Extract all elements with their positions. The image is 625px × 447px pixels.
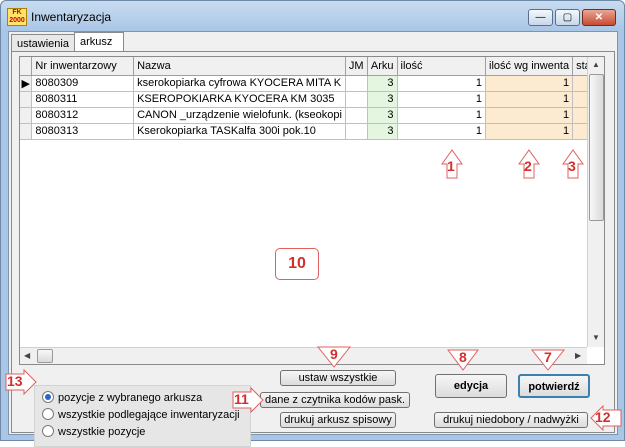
cell-nr[interactable]: 8080313 [31, 123, 135, 140]
cell-ilosc-wg-inwentaryzacji[interactable]: 1 [485, 75, 574, 92]
scroll-right-arrow-icon[interactable]: ▶ [575, 351, 581, 360]
scroll-left-arrow-icon[interactable]: ◀ [24, 351, 30, 360]
cell-nazwa[interactable]: kserokopiarka cyfrowa KYOCERA MITA K [133, 75, 346, 92]
tab-ustawienia[interactable]: ustawienia [11, 34, 75, 52]
column-header-indicator [20, 57, 33, 76]
radio-unselected-icon[interactable] [42, 425, 54, 438]
table-header-row: Nr inwentarzowy Nazwa JM Arku ilość iloś… [20, 57, 604, 76]
table-row[interactable]: ▶ 8080309 kserokopiarka cyfrowa KYOCERA … [20, 75, 604, 92]
cell-ilosc[interactable]: 1 [397, 123, 487, 140]
cell-ilosc-wg-inwentaryzacji[interactable]: 1 [485, 123, 574, 140]
horizontal-scroll-thumb[interactable] [37, 349, 53, 363]
annotation-arrow-3-icon [562, 149, 584, 179]
app-logo-icon: FK 2000 [7, 8, 27, 26]
inventory-grid[interactable]: Nr inwentarzowy Nazwa JM Arku ilość iloś… [19, 56, 605, 365]
annotation-11: 11 [234, 391, 249, 407]
cell-nr[interactable]: 8080312 [31, 107, 135, 124]
column-header-ilosc-wg-inwentaryzacji[interactable]: ilość wg inwenta [485, 57, 574, 76]
cell-jm[interactable] [345, 91, 368, 108]
annotation-12: 12 [595, 409, 611, 425]
radio-pozycje-z-arkusza[interactable]: pozycje z wybranego arkusza [42, 390, 202, 406]
close-button[interactable]: ✕ [582, 9, 616, 26]
scroll-up-arrow-icon[interactable]: ▲ [592, 60, 600, 69]
annotation-10: 10 [275, 248, 319, 280]
window-title: Inwentaryzacja [31, 10, 112, 24]
scroll-down-arrow-icon[interactable]: ▼ [592, 333, 600, 342]
cell-ilosc[interactable]: 1 [397, 75, 487, 92]
column-header-ilosc[interactable]: ilość [397, 57, 487, 76]
cell-arkusz[interactable]: 3 [367, 123, 398, 140]
cell-nazwa[interactable]: Kserokopiarka TASKalfa 300i pok.10 [133, 123, 346, 140]
radio-wszystkie-pozycje[interactable]: wszystkie pozycje [42, 424, 145, 440]
annotation-8: 8 [459, 349, 467, 365]
table-row[interactable]: 8080311 KSEROPOKIARKA KYOCERA KM 3035 3 … [20, 91, 604, 108]
cell-ilosc-wg-inwentaryzacji[interactable]: 1 [485, 107, 574, 124]
cell-jm[interactable] [345, 123, 368, 140]
annotation-arrow-2-icon [518, 149, 540, 179]
cell-nazwa[interactable]: KSEROPOKIARKA KYOCERA KM 3035 [133, 91, 346, 108]
cell-nazwa[interactable]: CANON _urządzenie wielofunk. (kseokopi [133, 107, 346, 124]
cell-arkusz[interactable]: 3 [367, 107, 398, 124]
cell-arkusz[interactable]: 3 [367, 75, 398, 92]
table-row[interactable]: 8080313 Kserokopiarka TASKalfa 300i pok.… [20, 123, 604, 140]
scope-radio-group: pozycje z wybranego arkusza wszystkie po… [34, 385, 251, 447]
column-header-nazwa[interactable]: Nazwa [133, 57, 346, 76]
cell-jm[interactable] [345, 75, 368, 92]
annotation-7: 7 [544, 349, 552, 365]
radio-unselected-icon[interactable] [42, 408, 54, 421]
annotation-3: 3 [568, 158, 576, 174]
client-area: ustawienia arkusz Nr inwentarzowy Nazwa … [8, 31, 618, 447]
cell-ilosc[interactable]: 1 [397, 107, 487, 124]
inventory-table: Nr inwentarzowy Nazwa JM Arku ilość iloś… [20, 57, 604, 140]
row-indicator [20, 107, 33, 124]
cell-arkusz[interactable]: 3 [367, 91, 398, 108]
drukuj-arkusz-spisowy-button[interactable]: drukuj arkusz spisowy [280, 412, 396, 428]
annotation-9: 9 [330, 346, 338, 362]
maximize-button[interactable]: ▢ [555, 9, 580, 26]
annotation-13: 13 [7, 373, 23, 389]
cell-nr[interactable]: 8080309 [31, 75, 135, 92]
annotation-arrow-1-icon [441, 149, 463, 179]
vertical-scrollbar[interactable]: ▲ ▼ [587, 57, 604, 347]
tab-arkusz[interactable]: arkusz [74, 32, 124, 52]
dane-z-czytnika-button[interactable]: dane z czytnika kodów pask. [260, 392, 410, 408]
column-header-nr[interactable]: Nr inwentarzowy [31, 57, 135, 76]
annotation-2: 2 [524, 158, 532, 174]
radio-label: pozycje z wybranego arkusza [58, 392, 203, 404]
cell-ilosc[interactable]: 1 [397, 91, 487, 108]
horizontal-scrollbar[interactable]: ◀ ▶ [20, 347, 587, 364]
radio-wszystkie-podlegajace[interactable]: wszystkie podlegające inwentaryzacji [42, 407, 240, 423]
column-header-arkusz[interactable]: Arku [367, 57, 398, 76]
current-row-marker-icon: ▶ [20, 75, 33, 92]
drukuj-niedobory-nadwyzki-button[interactable]: drukuj niedobory / nadwyżki [434, 412, 588, 428]
row-indicator [20, 91, 33, 108]
column-header-jm[interactable]: JM [345, 57, 368, 76]
cell-nr[interactable]: 8080311 [31, 91, 135, 108]
radio-label: wszystkie podlegające inwentaryzacji [58, 409, 240, 421]
table-row[interactable]: 8080312 CANON _urządzenie wielofunk. (ks… [20, 107, 604, 124]
tab-panel-arkusz: Nr inwentarzowy Nazwa JM Arku ilość iloś… [11, 51, 615, 447]
annotation-1: 1 [447, 158, 455, 174]
row-indicator [20, 123, 33, 140]
radio-label: wszystkie pozycje [58, 426, 146, 438]
cell-ilosc-wg-inwentaryzacji[interactable]: 1 [485, 91, 574, 108]
minimize-button[interactable]: — [528, 9, 553, 26]
title-bar[interactable]: FK 2000 Inwentaryzacja — ▢ ✕ [1, 1, 624, 31]
cell-jm[interactable] [345, 107, 368, 124]
